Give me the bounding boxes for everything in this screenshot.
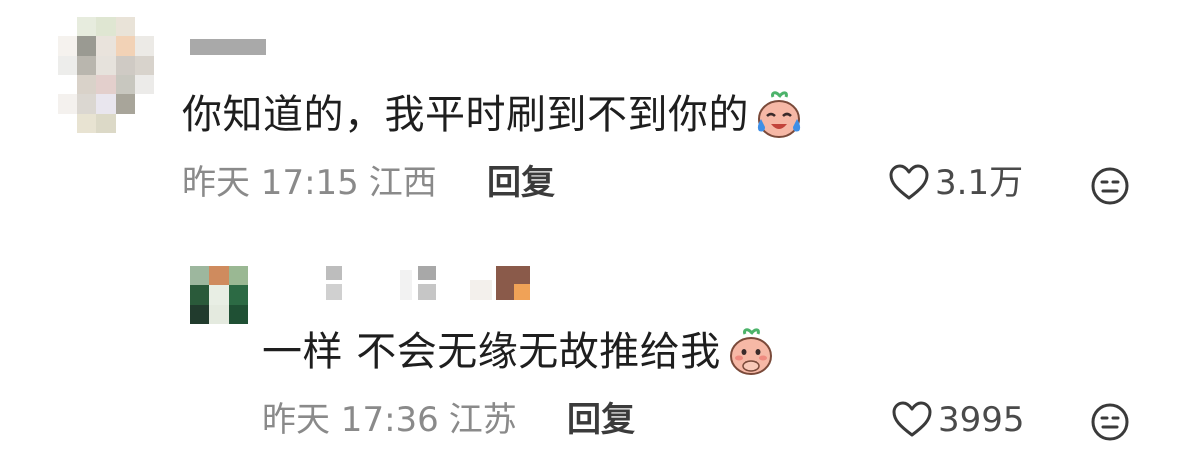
comment-meta: 昨天 17:15 江西 (182, 161, 437, 205)
reply-avatar-blurred[interactable] (190, 266, 248, 324)
comment-text: 你知道的，我平时刷到不到你的 (182, 89, 805, 141)
reply-reply-button[interactable]: 回复 (567, 398, 635, 442)
comment-text-label: 你知道的，我平时刷到不到你的 (182, 92, 749, 138)
like-count: 3.1万 (935, 163, 1024, 203)
reply-username-blurred[interactable] (300, 266, 540, 306)
comment-time: 昨天 17:15 (182, 163, 359, 203)
username-blurred[interactable] (190, 39, 266, 55)
like-button[interactable]: 3.1万 (887, 161, 1023, 205)
reply-dislike-face-icon[interactable] (1090, 402, 1130, 442)
reply-like-button[interactable]: 3995 (890, 398, 1025, 442)
reply-text-label: 一样 不会无缘无故推给我 (262, 329, 721, 375)
reply-meta: 昨天 17:36 江苏 (262, 398, 517, 442)
reply-text: 一样 不会无缘无故推给我 (262, 326, 777, 378)
comment-location: 江西 (368, 163, 437, 203)
avatar-blurred[interactable] (58, 17, 154, 133)
shy-face-emoji-icon (729, 328, 772, 375)
dislike-face-icon[interactable] (1090, 166, 1130, 206)
reply-like-count: 3995 (938, 400, 1025, 440)
reply-location: 江苏 (448, 400, 517, 440)
heart-icon (892, 401, 932, 437)
reply-time: 昨天 17:36 (262, 400, 439, 440)
crying-face-emoji-icon (757, 91, 801, 138)
heart-icon (889, 164, 929, 200)
reply-button[interactable]: 回复 (487, 161, 555, 205)
